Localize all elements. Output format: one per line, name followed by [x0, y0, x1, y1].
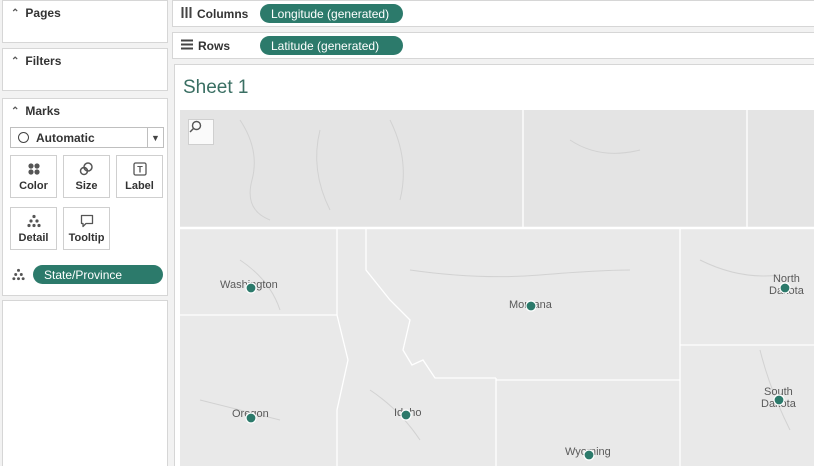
state-label-line: North — [772, 273, 800, 285]
state-label-line: Dakota — [769, 285, 804, 297]
detail-icon — [12, 268, 25, 286]
color-label: Color — [19, 179, 48, 192]
latitude-pill[interactable]: Latitude (generated) — [260, 36, 403, 55]
state-label-south-dakota: South Dakota — [761, 386, 796, 410]
state-label-washington: Washington — [220, 279, 278, 291]
columns-text: Columns — [197, 7, 249, 21]
state-label-line: Washington — [220, 279, 278, 291]
label-label: Label — [125, 179, 154, 192]
worksheet-view: Sheet 1 Washington Montana North Dakota … — [174, 64, 814, 466]
color-icon — [27, 162, 41, 176]
state-province-pill[interactable]: State/Province — [33, 265, 163, 284]
filters-title: Filters — [25, 54, 62, 68]
mark-type-dropdown[interactable]: Automatic ▼ — [10, 127, 164, 148]
marks-header[interactable]: ⌃ Marks — [11, 104, 60, 118]
text-label-icon: T — [132, 161, 147, 176]
tooltip-button[interactable]: Tooltip — [63, 207, 110, 250]
rows-icon — [181, 39, 193, 53]
state-label-line: Montana — [509, 299, 552, 311]
columns-shelf[interactable]: Columns Longitude (generated) — [172, 0, 814, 27]
detail-label: Detail — [18, 231, 49, 244]
state-label-idaho: Idaho — [394, 407, 422, 419]
size-label: Size — [75, 179, 98, 192]
marks-card: ⌃ Marks Automatic ▼ Color Size T Label D… — [2, 98, 168, 296]
color-button[interactable]: Color — [10, 155, 57, 198]
state-label-wyoming: Wyoming — [565, 446, 611, 458]
state-label-north-dakota: North Dakota — [769, 273, 804, 297]
filters-card[interactable]: ⌃ Filters — [2, 48, 168, 91]
state-label-line: Idaho — [394, 407, 422, 419]
rows-label: Rows — [181, 39, 230, 53]
filters-header[interactable]: ⌃ Filters — [11, 54, 61, 68]
longitude-pill[interactable]: Longitude (generated) — [260, 4, 403, 23]
tableau-workspace: ⌃ Pages ⌃ Filters ⌃ Marks Automatic ▼ Co… — [0, 0, 814, 466]
columns-label: Columns — [181, 7, 248, 21]
detail-icon — [26, 214, 41, 228]
chevron-up-icon[interactable]: ⌃ — [11, 8, 19, 19]
svg-text:T: T — [137, 164, 143, 174]
search-map-button[interactable] — [188, 119, 214, 145]
chevron-up-icon[interactable]: ⌃ — [11, 56, 19, 67]
pages-title: Pages — [25, 6, 61, 20]
state-label-line: Dakota — [761, 398, 796, 410]
marks-title: Marks — [25, 104, 61, 118]
tooltip-label: Tooltip — [68, 231, 105, 244]
pages-card[interactable]: ⌃ Pages — [2, 0, 168, 43]
sheet-title[interactable]: Sheet 1 — [183, 77, 249, 99]
state-label-montana: Montana — [509, 299, 552, 311]
pages-header[interactable]: ⌃ Pages — [11, 6, 61, 20]
map-canvas[interactable]: Washington Montana North Dakota South Da… — [180, 110, 814, 466]
label-button[interactable]: T Label — [116, 155, 163, 198]
state-label-oregon: Oregon — [232, 408, 269, 420]
detail-button[interactable]: Detail — [10, 207, 57, 250]
rows-text: Rows — [198, 39, 231, 53]
chevron-up-icon[interactable]: ⌃ — [11, 106, 19, 117]
left-pane-empty-area — [2, 300, 168, 466]
circle-icon — [18, 132, 29, 143]
size-button[interactable]: Size — [63, 155, 110, 198]
rows-shelf[interactable]: Rows Latitude (generated) — [172, 32, 814, 59]
state-label-line: Oregon — [232, 408, 269, 420]
chevron-down-icon[interactable]: ▼ — [147, 128, 163, 147]
state-label-line: Wyoming — [565, 446, 611, 458]
size-icon — [79, 161, 95, 176]
tooltip-icon — [80, 214, 94, 228]
state-label-line: South — [764, 386, 793, 398]
columns-icon — [181, 7, 192, 21]
mark-type-value: Automatic — [36, 130, 95, 145]
